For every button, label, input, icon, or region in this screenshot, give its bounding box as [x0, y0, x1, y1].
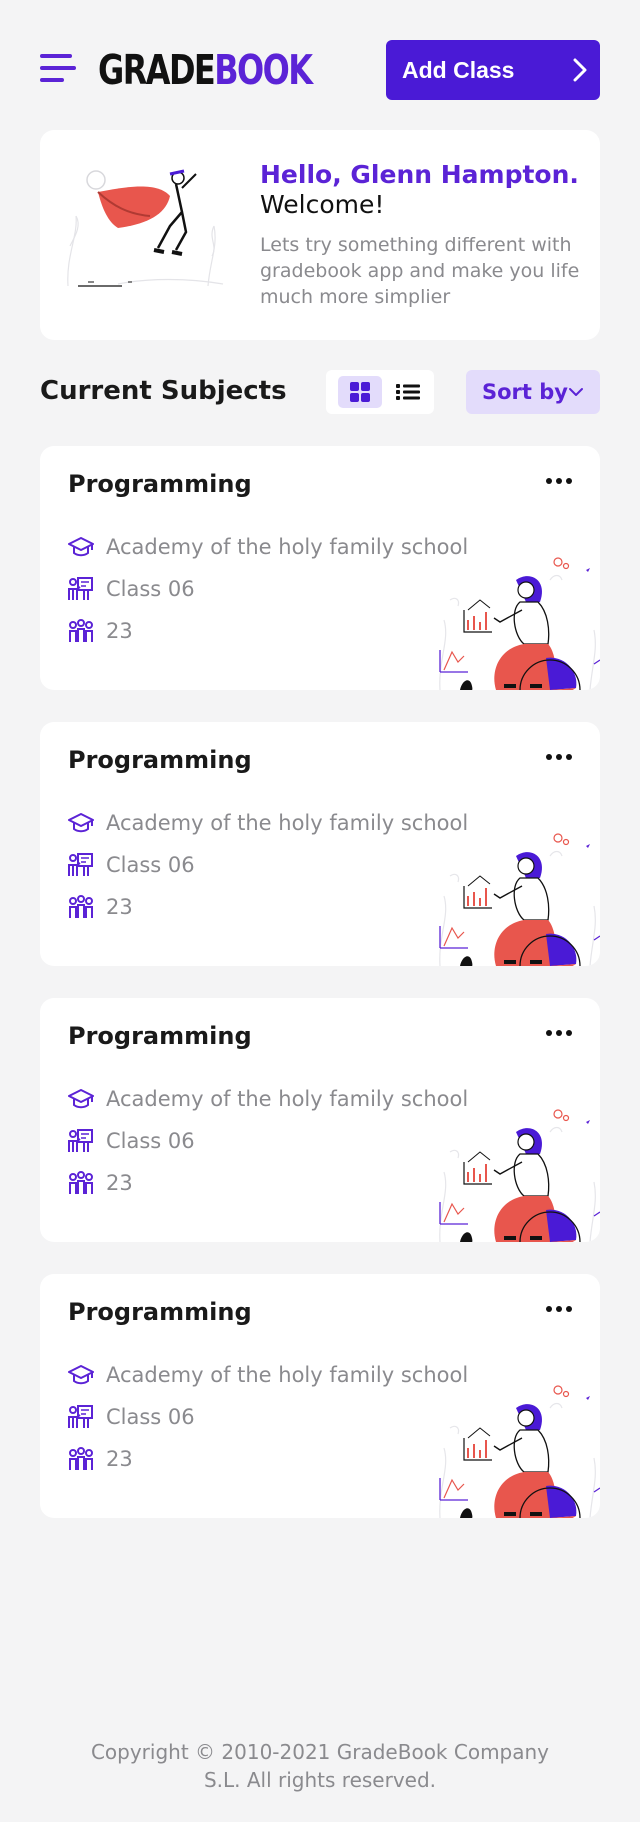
subject-title: Programming [68, 1022, 252, 1050]
students-row: 23 [68, 894, 133, 920]
graduation-cap-icon [68, 813, 94, 833]
chevron-right-icon [573, 58, 587, 82]
graduation-cap-icon [68, 1365, 94, 1385]
grid-view-button[interactable] [338, 376, 382, 408]
add-class-label: Add Class [402, 56, 515, 83]
school-row: Academy of the holy family school [68, 534, 468, 560]
subject-title: Programming [68, 746, 252, 774]
more-options-icon[interactable] [546, 476, 572, 486]
copyright-line-1: Copyright © 2010-2021 GradeBook Company [90, 1740, 550, 1764]
graduation-cap-icon [68, 537, 94, 557]
subject-card[interactable]: Programming Academy of the holy family s… [40, 722, 600, 966]
welcome-subtitle: Welcome! [260, 190, 385, 219]
subject-card[interactable]: Programming Academy of the holy family s… [40, 998, 600, 1242]
student-count: 23 [106, 895, 133, 919]
footer-copyright: Copyright © 2010-2021 GradeBook Company … [40, 1738, 600, 1794]
student-count: 23 [106, 619, 133, 643]
class-row: Class 06 [68, 852, 195, 878]
classroom-board-icon [68, 853, 93, 876]
greeting-text: Hello, Glenn Hampton. [260, 160, 579, 189]
students-group-icon [69, 619, 93, 642]
subject-illustration [439, 833, 600, 966]
subjects-toolbar: Current Subjects Sort by [40, 370, 600, 416]
students-group-icon [69, 1447, 93, 1470]
graduation-cap-icon [68, 1089, 94, 1109]
list-view-button[interactable] [390, 376, 426, 408]
logo-text-grade: GRADE [98, 46, 216, 94]
more-options-icon[interactable] [546, 752, 572, 762]
logo-text-book: BOOK [214, 46, 313, 94]
add-class-button[interactable]: Add Class [386, 40, 600, 100]
students-row: 23 [68, 1446, 133, 1472]
subject-illustration [439, 557, 600, 690]
view-toggle [326, 370, 434, 414]
class-name: Class 06 [106, 853, 195, 877]
copyright-line-2: S.L. All rights reserved. [203, 1768, 437, 1792]
school-name: Academy of the holy family school [106, 1087, 469, 1111]
students-row: 23 [68, 1170, 133, 1196]
subject-card[interactable]: Programming Academy of the holy family s… [40, 1274, 600, 1518]
chevron-down-icon [569, 388, 583, 396]
subject-title: Programming [68, 470, 252, 498]
student-count: 23 [106, 1447, 133, 1471]
class-name: Class 06 [106, 577, 195, 601]
classroom-board-icon [68, 1405, 93, 1428]
list-view-icon [396, 384, 420, 400]
subject-title: Programming [68, 1298, 252, 1326]
class-name: Class 06 [106, 1405, 195, 1429]
school-row: Academy of the holy family school [68, 1086, 468, 1112]
hamburger-menu-icon[interactable] [40, 52, 76, 84]
more-options-icon[interactable] [546, 1304, 572, 1314]
school-name: Academy of the holy family school [106, 1363, 469, 1387]
school-name: Academy of the holy family school [106, 535, 469, 559]
subject-illustration [439, 1109, 600, 1242]
gradebook-logo[interactable]: GRADEBOOK [98, 46, 313, 94]
welcome-description: Lets try something different with gradeb… [260, 234, 580, 308]
school-row: Academy of the holy family school [68, 1362, 468, 1388]
more-options-icon[interactable] [546, 1028, 572, 1038]
grid-view-icon [350, 382, 370, 402]
classroom-board-icon [68, 577, 93, 600]
students-group-icon [69, 1171, 93, 1194]
classroom-board-icon [68, 1129, 93, 1152]
student-count: 23 [106, 1171, 133, 1195]
subject-card[interactable]: Programming Academy of the holy family s… [40, 446, 600, 690]
sort-by-dropdown[interactable]: Sort by [466, 370, 600, 414]
section-title: Current Subjects [40, 376, 287, 406]
class-row: Class 06 [68, 1128, 195, 1154]
class-row: Class 06 [68, 1404, 195, 1430]
students-group-icon [69, 895, 93, 918]
class-row: Class 06 [68, 576, 195, 602]
welcome-card: Hello, Glenn Hampton. Welcome! Lets try … [40, 130, 600, 340]
school-name: Academy of the holy family school [106, 811, 469, 835]
subject-illustration [439, 1385, 600, 1518]
app-header: GRADEBOOK Add Class [40, 40, 600, 100]
welcome-illustration [67, 169, 224, 287]
school-row: Academy of the holy family school [68, 810, 468, 836]
class-name: Class 06 [106, 1129, 195, 1153]
students-row: 23 [68, 618, 133, 644]
sort-by-label: Sort by [482, 380, 568, 404]
